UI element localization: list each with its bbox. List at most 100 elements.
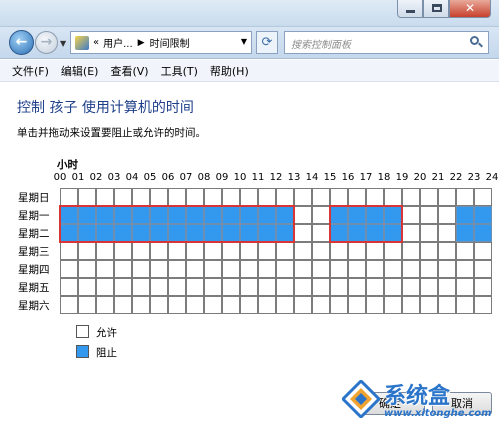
time-slot-cell[interactable] [204,278,222,296]
time-slot-cell[interactable] [420,224,438,242]
time-slot-cell[interactable] [258,278,276,296]
time-slot-cell[interactable] [456,206,474,224]
time-slot-cell[interactable] [366,260,384,278]
time-slot-cell[interactable] [276,260,294,278]
address-dropdown-icon[interactable]: ▼ [241,37,247,46]
time-slot-cell[interactable] [114,188,132,206]
breadcrumb-item-users[interactable]: 用户... [103,35,133,50]
time-slot-cell[interactable] [78,242,96,260]
menu-tools[interactable]: 工具(T) [161,63,198,79]
time-slot-cell[interactable] [312,296,330,314]
time-slot-cell[interactable] [60,188,78,206]
time-slot-cell[interactable] [222,242,240,260]
time-slot-cell[interactable] [312,188,330,206]
time-slot-cell[interactable] [186,188,204,206]
time-slot-cell[interactable] [366,242,384,260]
forward-button[interactable]: → [35,31,58,54]
time-slot-cell[interactable] [294,260,312,278]
time-slot-cell[interactable] [114,242,132,260]
time-slot-cell[interactable] [474,260,492,278]
time-slot-cell[interactable] [150,260,168,278]
time-slot-cell[interactable] [276,242,294,260]
time-slot-cell[interactable] [240,260,258,278]
time-slot-cell[interactable] [78,260,96,278]
time-slot-cell[interactable] [456,296,474,314]
breadcrumb-prefix[interactable]: « [93,37,99,48]
time-slot-cell[interactable] [402,278,420,296]
time-slot-cell[interactable] [96,296,114,314]
time-slot-cell[interactable] [384,296,402,314]
time-slot-cell[interactable] [132,278,150,296]
time-slot-cell[interactable] [402,242,420,260]
time-slot-cell[interactable] [186,278,204,296]
time-slot-cell[interactable] [402,188,420,206]
minimize-button[interactable] [397,0,423,18]
time-slot-cell[interactable] [258,242,276,260]
time-slot-cell[interactable] [150,278,168,296]
time-slot-cell[interactable] [474,188,492,206]
time-slot-cell[interactable] [132,296,150,314]
time-slot-cell[interactable] [330,242,348,260]
time-slot-cell[interactable] [474,224,492,242]
time-slot-cell[interactable] [474,242,492,260]
time-slot-cell[interactable] [330,296,348,314]
time-slot-cell[interactable] [204,242,222,260]
recent-pages-dropdown[interactable]: ▼ [60,39,66,48]
time-slot-cell[interactable] [348,242,366,260]
time-slot-cell[interactable] [312,242,330,260]
time-slot-cell[interactable] [384,278,402,296]
time-slot-cell[interactable] [384,188,402,206]
time-slot-cell[interactable] [150,296,168,314]
time-slot-cell[interactable] [222,188,240,206]
time-slot-cell[interactable] [420,260,438,278]
close-button[interactable]: ✕ [449,0,491,18]
time-slot-cell[interactable] [438,278,456,296]
back-button[interactable]: ← [9,30,34,55]
time-slot-cell[interactable] [222,278,240,296]
time-slot-cell[interactable] [348,188,366,206]
time-slot-cell[interactable] [132,188,150,206]
time-slot-cell[interactable] [78,188,96,206]
time-slot-cell[interactable] [78,296,96,314]
time-slot-cell[interactable] [384,242,402,260]
time-slot-cell[interactable] [96,242,114,260]
time-slot-cell[interactable] [402,296,420,314]
time-slot-cell[interactable] [312,278,330,296]
time-slot-cell[interactable] [420,206,438,224]
time-slot-cell[interactable] [438,188,456,206]
time-slot-cell[interactable] [114,260,132,278]
time-slot-cell[interactable] [420,278,438,296]
time-slot-cell[interactable] [258,260,276,278]
time-slot-cell[interactable] [474,296,492,314]
refresh-button[interactable]: ⟳ [256,31,278,54]
time-slot-cell[interactable] [366,278,384,296]
time-slot-cell[interactable] [420,296,438,314]
menu-help[interactable]: 帮助(H) [210,63,249,79]
time-slot-cell[interactable] [348,260,366,278]
time-slot-cell[interactable] [402,224,420,242]
time-slot-cell[interactable] [330,260,348,278]
time-slot-cell[interactable] [60,260,78,278]
time-slot-cell[interactable] [60,296,78,314]
time-slot-cell[interactable] [456,224,474,242]
time-slot-cell[interactable] [330,278,348,296]
menu-file[interactable]: 文件(F) [12,63,49,79]
menu-edit[interactable]: 编辑(E) [61,63,99,79]
time-slot-cell[interactable] [402,206,420,224]
time-slot-cell[interactable] [294,242,312,260]
time-slot-cell[interactable] [294,278,312,296]
time-slot-cell[interactable] [258,296,276,314]
time-slot-cell[interactable] [438,260,456,278]
time-slot-cell[interactable] [168,242,186,260]
time-slot-cell[interactable] [204,296,222,314]
breadcrumb-separator-icon[interactable]: ▶ [138,38,145,48]
time-slot-cell[interactable] [330,188,348,206]
time-slot-cell[interactable] [240,188,258,206]
time-slot-cell[interactable] [348,296,366,314]
time-slot-cell[interactable] [384,260,402,278]
time-slot-cell[interactable] [438,296,456,314]
time-slot-cell[interactable] [312,206,330,224]
time-slot-cell[interactable] [60,242,78,260]
time-slot-cell[interactable] [276,296,294,314]
time-slot-cell[interactable] [294,206,312,224]
